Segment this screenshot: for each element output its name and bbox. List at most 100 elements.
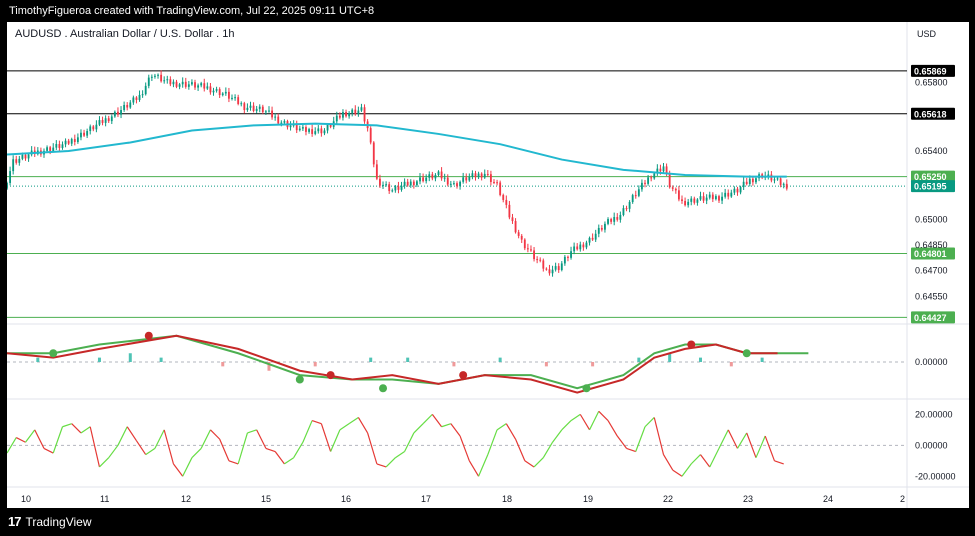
candle-body [311, 129, 314, 134]
candle-body [187, 84, 190, 87]
oscillator2-segment [542, 441, 554, 459]
candle-body [252, 105, 255, 112]
candle-body [375, 164, 378, 179]
candle-body [776, 178, 779, 180]
oscillator2-segment [330, 429, 341, 452]
candle-body [582, 244, 585, 248]
candle-body [520, 235, 523, 240]
oscillator2-segment [422, 413, 433, 425]
candle-body [160, 74, 163, 82]
crossover-marker [295, 375, 304, 384]
candle-body [616, 217, 619, 220]
x-tick-label: 24 [823, 494, 833, 504]
candle-body [486, 173, 489, 175]
crossover-marker [459, 371, 468, 380]
candle-body [83, 132, 85, 136]
candle-body [271, 110, 273, 118]
oscillator2-segment [736, 432, 748, 449]
candle-body [588, 237, 591, 243]
tradingview-logo-icon: 17 [8, 514, 22, 529]
candle-body [727, 192, 730, 197]
candle-body [101, 120, 104, 123]
candle-body [372, 142, 375, 165]
candle-body [551, 269, 554, 274]
candle-body [237, 97, 240, 104]
candle-body [243, 103, 246, 110]
candle-body [733, 188, 736, 193]
candle-body [95, 124, 98, 130]
x-tick-label: 15 [261, 494, 271, 504]
candle-body [462, 177, 465, 182]
oscillator2-segment [468, 460, 480, 477]
candle-body [751, 178, 754, 183]
candle-body [132, 97, 135, 103]
candle-body [684, 200, 687, 206]
oscillator2-segment [145, 447, 156, 456]
x-tick-label: 10 [21, 494, 31, 504]
oscillator2-segment [764, 435, 776, 462]
candle-body [18, 158, 21, 163]
candle-body [123, 104, 126, 110]
currency-label: USD [917, 29, 937, 39]
x-tick-label: 17 [421, 494, 431, 504]
candle-body [644, 182, 646, 184]
candle-body [24, 154, 27, 159]
level-price-label: 0.65195 [914, 182, 947, 192]
candle-body [437, 171, 440, 175]
candle-body [363, 107, 366, 122]
candle-body [591, 237, 594, 240]
candle-body [567, 256, 569, 258]
credit-bar: TimothyFigueroa created with TradingView… [0, 0, 975, 22]
candle-body [600, 227, 603, 230]
oscillator2-segment [52, 426, 64, 454]
oscillator2-segment [644, 417, 655, 428]
candle-body [382, 184, 384, 186]
oscillator2-segment [746, 432, 757, 458]
candle-body [696, 199, 699, 203]
histogram-bar [760, 357, 764, 362]
oscillator2-segment [413, 423, 424, 434]
candle-body [526, 248, 529, 250]
oscillator2-segment [626, 447, 636, 453]
oscillator2-segment [570, 413, 581, 422]
candle-body [172, 81, 175, 85]
candle-body [634, 195, 637, 197]
candle-body [641, 182, 643, 190]
oscillator2-segment [135, 440, 147, 455]
candle-body [52, 147, 55, 152]
histogram-bar [698, 357, 702, 362]
osc1-tick-label: 0.00000 [915, 357, 948, 367]
oscillator2-segment [774, 460, 784, 465]
candle-body [169, 79, 172, 85]
candle-body [739, 187, 742, 193]
histogram-bar [498, 357, 502, 362]
trading-chart[interactable]: AUDUSD . Australian Dollar / U.S. Dollar… [6, 22, 969, 508]
oscillator2-segment [320, 423, 332, 452]
candle-body [425, 177, 428, 182]
tradingview-brand[interactable]: 17 TradingView [8, 514, 92, 529]
candle-body [12, 159, 15, 172]
candle-body [385, 184, 388, 186]
candle-body [283, 121, 286, 123]
candle-body [536, 259, 539, 261]
x-tick-label: 23 [743, 494, 753, 504]
candle-body [409, 181, 412, 186]
oscillator2-segment [237, 432, 248, 465]
crossover-marker [742, 349, 751, 358]
candle-body [129, 102, 132, 108]
candle-body [671, 187, 674, 189]
candle-body [456, 183, 458, 187]
candle-body [200, 83, 203, 86]
candle-body [323, 130, 326, 134]
candle-body [428, 174, 431, 178]
candle-body [662, 166, 665, 172]
oscillator2-segment [89, 426, 101, 468]
candle-body [326, 124, 329, 131]
candle-body [157, 74, 159, 76]
candle-body [154, 75, 156, 77]
candle-body [539, 259, 542, 261]
candle-body [221, 93, 224, 96]
candle-body [150, 76, 153, 78]
candle-body [357, 110, 360, 114]
candle-body [305, 127, 307, 132]
